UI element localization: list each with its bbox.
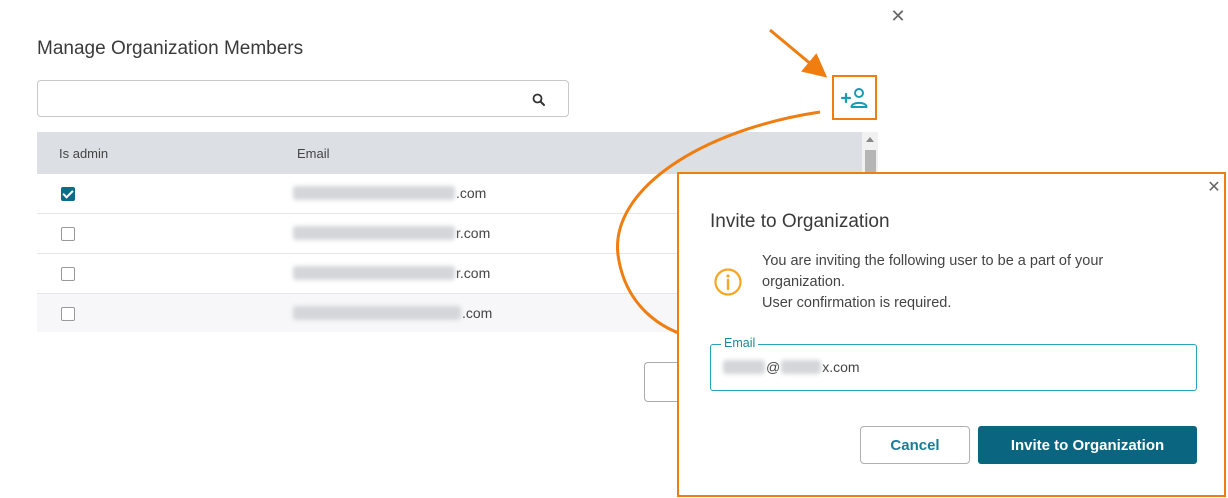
add-user-button[interactable] [832, 75, 877, 120]
search-icon[interactable] [531, 92, 547, 108]
is-admin-checkbox[interactable] [61, 307, 75, 321]
search-input[interactable] [44, 85, 524, 113]
email-cell: .com [293, 185, 486, 201]
info-message: You are inviting the following user to b… [762, 253, 1104, 311]
info-icon [714, 268, 742, 296]
redacted-text [293, 266, 455, 280]
close-icon[interactable]: ✕ [1207, 180, 1221, 196]
redacted-text [293, 226, 455, 240]
arrow-to-add-user [769, 28, 828, 78]
email-value[interactable]: @ x.com [723, 359, 860, 375]
column-header-is-admin[interactable]: Is admin [59, 146, 108, 161]
invite-dialog: ✕ Invite to Organization You are invitin… [677, 172, 1226, 497]
email-cell: .com [293, 305, 492, 321]
column-header-email[interactable]: Email [297, 146, 330, 161]
dialog-title: Invite to Organization [710, 211, 890, 232]
redacted-text [781, 360, 822, 374]
page-title: Manage Organization Members [37, 38, 304, 59]
invite-to-organization-button[interactable]: Invite to Organization [978, 426, 1197, 464]
redacted-text [293, 306, 461, 320]
redacted-text [723, 360, 765, 374]
search-box[interactable] [37, 80, 569, 117]
scroll-up-arrow-icon[interactable] [866, 137, 874, 142]
is-admin-checkbox[interactable] [61, 267, 75, 281]
email-field[interactable]: Email @ x.com [710, 336, 1197, 391]
email-cell: r.com [293, 265, 490, 281]
email-label: Email [721, 336, 759, 350]
cancel-button[interactable]: Cancel [860, 426, 970, 464]
table-header: Is admin Email [37, 132, 862, 174]
add-user-icon [840, 88, 868, 108]
email-cell: r.com [293, 225, 490, 241]
close-icon[interactable]: ✕ [889, 6, 907, 26]
is-admin-checkbox[interactable] [61, 187, 75, 201]
is-admin-checkbox[interactable] [61, 227, 75, 241]
redacted-text [293, 186, 455, 200]
